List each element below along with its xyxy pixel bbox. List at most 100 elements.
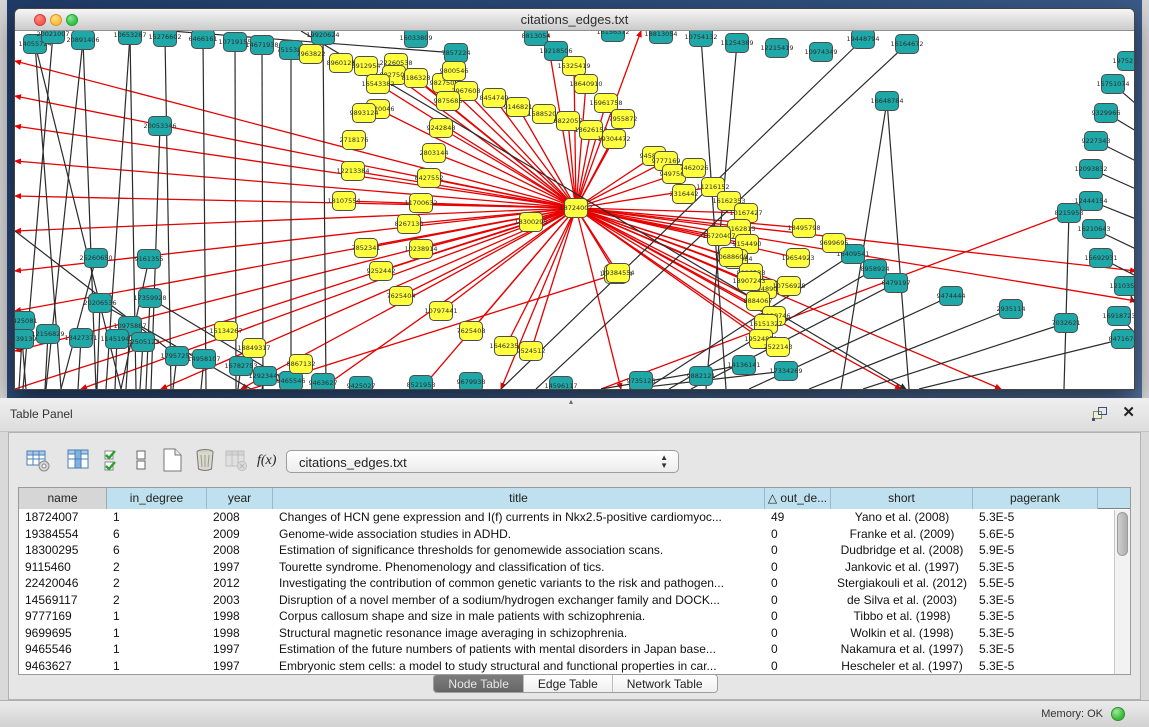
network-node[interactable]: 11700632 bbox=[404, 194, 437, 213]
network-node[interactable]: 9893124 bbox=[350, 104, 379, 123]
network-node[interactable]: 9425081 bbox=[15, 312, 37, 331]
table-selector-dropdown[interactable]: citations_edges.txt ▲▼ bbox=[286, 450, 679, 473]
column-header-pagerank[interactable]: pagerank bbox=[973, 488, 1098, 509]
network-node[interactable]: 16164672 bbox=[890, 35, 923, 54]
show-columns-icon[interactable] bbox=[65, 447, 91, 473]
network-node[interactable]: 18107554 bbox=[327, 192, 360, 211]
network-node[interactable]: 16720407 bbox=[702, 227, 735, 246]
network-node[interactable]: 25260650 bbox=[79, 249, 112, 268]
network-window-titlebar[interactable]: citations_edges.txt bbox=[15, 9, 1134, 31]
table-row[interactable]: 969969511998Structural magnetic resonanc… bbox=[19, 625, 1130, 642]
split-divider-handle[interactable]: ▴ bbox=[569, 397, 573, 406]
row-height-icon[interactable] bbox=[129, 447, 155, 473]
network-node[interactable]: 20891406 bbox=[66, 31, 99, 50]
network-node[interactable]: 18907243 bbox=[732, 272, 765, 291]
network-node[interactable]: 14958107 bbox=[187, 350, 220, 369]
network-node[interactable]: 13427371 bbox=[64, 329, 97, 348]
network-node[interactable]: 7857224 bbox=[442, 44, 471, 63]
network-node[interactable]: 7032621 bbox=[1052, 314, 1081, 333]
network-node[interactable]: 11254389 bbox=[720, 34, 753, 53]
network-node[interactable]: 8215953 bbox=[1055, 204, 1084, 223]
network-node[interactable]: 8427552 bbox=[415, 169, 444, 188]
network-node[interactable]: 19654923 bbox=[781, 249, 814, 268]
network-node[interactable]: 9227343 bbox=[1082, 132, 1111, 151]
network-node[interactable]: 16033809 bbox=[399, 31, 432, 48]
network-node[interactable]: 8186328 bbox=[402, 69, 431, 88]
network-node[interactable]: 20053346 bbox=[143, 117, 176, 136]
network-node[interactable]: 12213384 bbox=[336, 162, 369, 181]
network-node[interactable]: 19752103 bbox=[1112, 52, 1134, 71]
network-node[interactable]: 9329966 bbox=[1092, 104, 1121, 123]
network-node[interactable]: 9252442 bbox=[367, 262, 396, 281]
network-node[interactable]: 2316442 bbox=[670, 185, 699, 204]
network-node[interactable]: 9882121 bbox=[687, 367, 716, 386]
network-node[interactable]: 9875685 bbox=[434, 92, 463, 111]
float-panel-icon[interactable] bbox=[1091, 406, 1109, 422]
network-node[interactable]: 12093832 bbox=[1074, 160, 1107, 179]
table-row[interactable]: 977716911998Corpus callosum shape and si… bbox=[19, 608, 1130, 625]
network-node[interactable]: 15751074 bbox=[1096, 75, 1129, 94]
network-node[interactable]: 18495798 bbox=[787, 219, 820, 238]
network-node[interactable]: 15692931 bbox=[1084, 249, 1117, 268]
network-node[interactable]: 7462026 bbox=[680, 159, 709, 178]
close-panel-icon[interactable]: ✕ bbox=[1122, 404, 1135, 422]
network-node[interactable]: 16156372 bbox=[596, 31, 629, 42]
table-row[interactable]: 1456911722003Disruption of a novel membe… bbox=[19, 592, 1130, 609]
network-node[interactable]: 9699695 bbox=[820, 234, 849, 253]
network-graph[interactable]: 1405572420021007208914061065328715276602… bbox=[15, 31, 1134, 389]
network-node[interactable]: 8471676 bbox=[1109, 330, 1134, 349]
network-node[interactable]: 6479197 bbox=[882, 274, 911, 293]
network-node[interactable]: 7955872 bbox=[609, 110, 638, 129]
table-row[interactable]: 2242004622012Investigating the contribut… bbox=[19, 575, 1130, 592]
select-columns-icon[interactable] bbox=[101, 447, 127, 473]
network-node[interactable]: 14136141 bbox=[727, 356, 760, 375]
memory-ok-indicator[interactable] bbox=[1111, 707, 1125, 721]
network-node[interactable]: 12215419 bbox=[760, 39, 793, 58]
table-row[interactable]: 1830029562008Estimation of significance … bbox=[19, 542, 1130, 559]
table-row[interactable]: 1938455462009Genome-wide association stu… bbox=[19, 526, 1130, 543]
table-row[interactable]: 911546021997Tourette syndrome. Phenomeno… bbox=[19, 559, 1130, 576]
create-column-icon[interactable] bbox=[159, 447, 185, 473]
network-node[interactable]: 14596117 bbox=[544, 377, 577, 390]
column-header-short[interactable]: short bbox=[831, 488, 973, 509]
network-node[interactable]: 9735126 bbox=[627, 372, 656, 390]
column-header-year[interactable]: year bbox=[207, 488, 273, 509]
network-node[interactable]: 19448794 bbox=[846, 31, 879, 49]
network-node[interactable]: 9679938 bbox=[457, 373, 486, 390]
network-node[interactable]: 9524512 bbox=[517, 342, 546, 361]
network-node[interactable]: 10974349 bbox=[804, 43, 837, 62]
control-panel-collapse-arrow[interactable]: ◂ bbox=[7, 338, 12, 349]
network-node[interactable]: 9425027 bbox=[347, 377, 376, 390]
network-node[interactable]: 16918723 bbox=[1102, 307, 1134, 326]
network-node[interactable]: 18300295 bbox=[514, 213, 547, 232]
network-node[interactable]: 6466161 bbox=[189, 31, 218, 49]
network-node[interactable]: 2718176 bbox=[340, 131, 369, 150]
network-node[interactable]: 2935114 bbox=[997, 300, 1026, 319]
table-scrollbar-thumb[interactable] bbox=[1117, 512, 1128, 556]
network-node[interactable]: 12156829 bbox=[31, 325, 64, 344]
network-node[interactable]: 17359928 bbox=[133, 289, 166, 308]
network-node[interactable]: 8267130 bbox=[395, 215, 424, 234]
tab-node-table[interactable]: Node Table bbox=[434, 675, 524, 692]
network-node[interactable]: 16648784 bbox=[870, 92, 903, 111]
network-canvas[interactable]: 1405572420021007208914061065328715276602… bbox=[15, 31, 1134, 389]
table-row[interactable]: 946362711997Embryonic stem cells: a mode… bbox=[19, 658, 1130, 675]
network-node[interactable]: 9465546 bbox=[277, 372, 306, 390]
column-header-name[interactable]: name bbox=[19, 488, 107, 509]
network-node[interactable]: 19384554 bbox=[601, 264, 634, 283]
network-node[interactable]: 10797441 bbox=[424, 302, 457, 321]
network-node[interactable]: 19304472 bbox=[597, 130, 630, 149]
table-row[interactable]: 946554611997Estimation of the future num… bbox=[19, 641, 1130, 658]
network-node[interactable]: 7625408 bbox=[457, 322, 486, 341]
tab-network-table[interactable]: Network Table bbox=[613, 675, 717, 692]
column-header-out_de[interactable]: △ out_de... bbox=[765, 488, 831, 509]
network-node[interactable]: 15325419 bbox=[557, 57, 590, 76]
network-node[interactable]: 19920624 bbox=[306, 31, 339, 45]
tab-edge-table[interactable]: Edge Table bbox=[524, 675, 613, 692]
network-node[interactable]: 7963822 bbox=[297, 45, 326, 64]
network-node[interactable]: 9242848 bbox=[427, 119, 456, 138]
network-node[interactable]: 16210643 bbox=[1077, 220, 1110, 239]
network-node[interactable]: 18849317 bbox=[237, 339, 270, 358]
network-node[interactable]: 7852341 bbox=[352, 239, 381, 258]
network-node[interactable]: 10653287 bbox=[113, 31, 146, 45]
